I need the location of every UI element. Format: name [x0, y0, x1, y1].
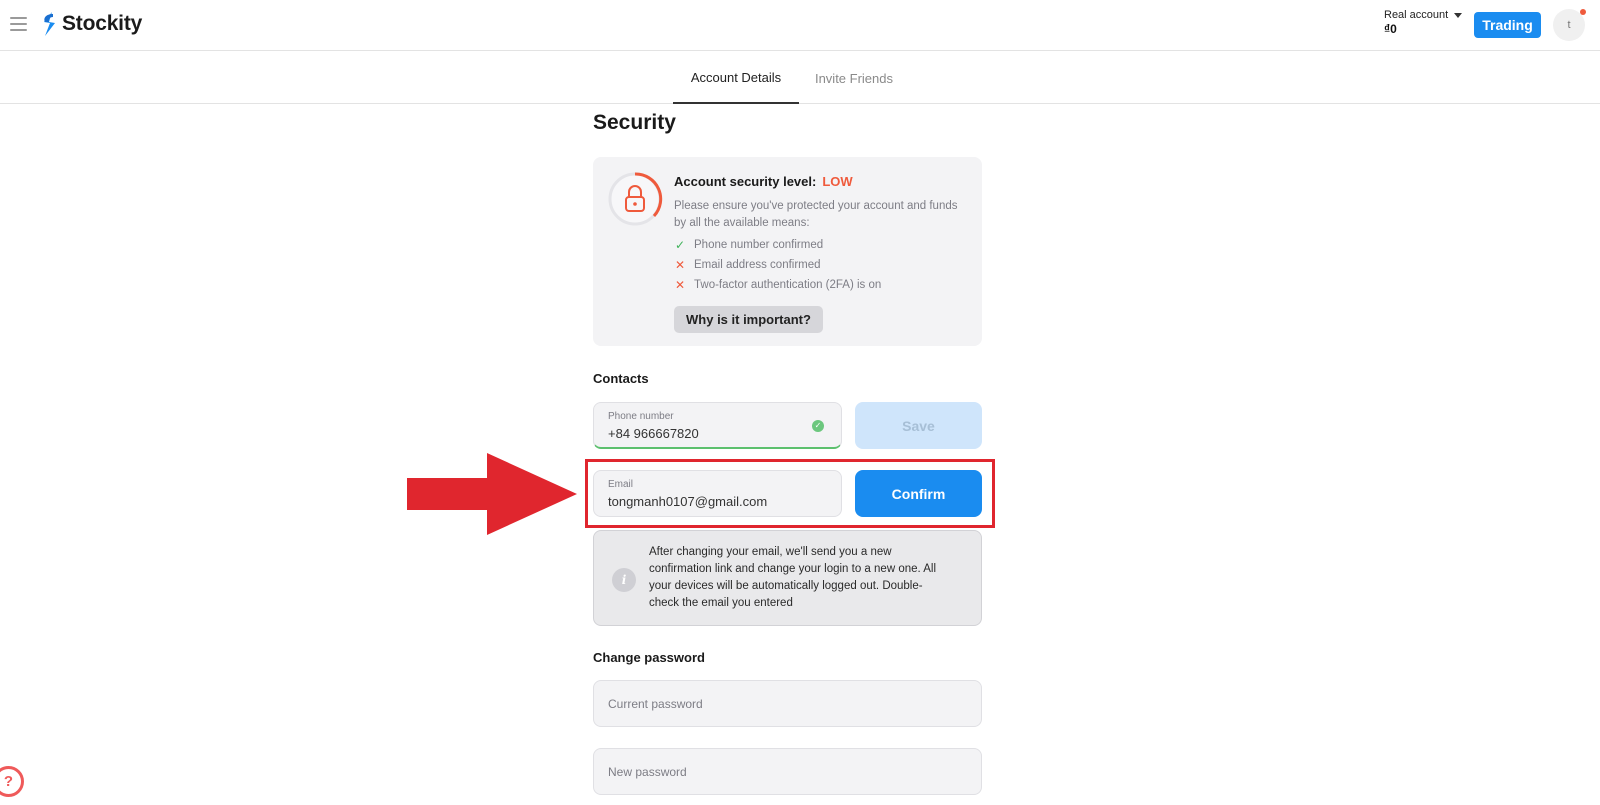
- security-level-label: Account security level:: [674, 174, 817, 189]
- cross-icon: ✕: [674, 258, 686, 272]
- checklist-item-label: Two-factor authentication (2FA) is on: [694, 279, 882, 291]
- phone-field-label: Phone number: [608, 411, 674, 422]
- account-balance: ₫0: [1384, 22, 1397, 36]
- checklist-item: ✓ Phone number confirmed: [674, 235, 881, 255]
- help-button[interactable]: ?: [0, 766, 24, 797]
- current-password-placeholder: Current password: [608, 696, 703, 711]
- caret-down-icon: [1454, 12, 1463, 18]
- email-change-info: i After changing your email, we'll send …: [593, 530, 982, 626]
- logo[interactable]: Stockity: [40, 11, 142, 37]
- security-level-value: LOW: [822, 174, 853, 189]
- cross-icon: ✕: [674, 278, 686, 292]
- change-password-heading: Change password: [593, 650, 705, 665]
- security-description: Please ensure you've protected your acco…: [674, 200, 958, 229]
- trading-button[interactable]: Trading: [1474, 12, 1541, 38]
- account-type-label: Real account: [1384, 9, 1449, 21]
- contacts-heading: Contacts: [593, 371, 649, 386]
- tab-account-details[interactable]: Account Details: [673, 52, 799, 104]
- page-title: Security: [593, 111, 676, 134]
- tab-invite-friends[interactable]: Invite Friends: [800, 52, 908, 104]
- phone-field-value: +84 966667820: [608, 426, 699, 441]
- email-change-info-text: After changing your email, we'll send yo…: [649, 546, 937, 609]
- why-important-button[interactable]: Why is it important?: [674, 306, 823, 333]
- verified-check-icon: ✓: [812, 420, 824, 432]
- checklist-item-label: Phone number confirmed: [694, 239, 824, 251]
- menu-icon[interactable]: [10, 17, 27, 31]
- checklist-item-label: Email address confirmed: [694, 259, 821, 271]
- checklist-item: ✕ Two-factor authentication (2FA) is on: [674, 275, 881, 295]
- check-icon: ✓: [674, 238, 686, 252]
- security-level-heading: Account security level: LOW: [674, 174, 853, 189]
- new-password-placeholder: New password: [608, 764, 687, 779]
- stockity-logo-icon: [44, 12, 55, 36]
- highlight-box: [585, 459, 995, 528]
- profile-tabs: Account Details Invite Friends: [0, 52, 1600, 104]
- pointer-arrow-icon: [407, 453, 577, 535]
- security-level-card: Account security level: LOW Please ensure…: [593, 157, 982, 346]
- save-button[interactable]: Save: [855, 402, 982, 449]
- current-password-input[interactable]: Current password: [593, 680, 982, 727]
- top-bar: Stockity Real account ₫0 Trading t: [0, 0, 1600, 51]
- checklist-item: ✕ Email address confirmed: [674, 255, 881, 275]
- account-switcher[interactable]: Real account ₫0: [1384, 9, 1463, 36]
- security-checklist: ✓ Phone number confirmed ✕ Email address…: [674, 235, 881, 295]
- padlock-icon: [608, 172, 663, 226]
- new-password-input[interactable]: New password: [593, 748, 982, 795]
- brand-name: Stockity: [62, 12, 143, 35]
- phone-field[interactable]: Phone number +84 966667820 ✓: [593, 402, 842, 449]
- notification-dot-icon: [1580, 9, 1586, 15]
- info-icon: i: [612, 568, 636, 592]
